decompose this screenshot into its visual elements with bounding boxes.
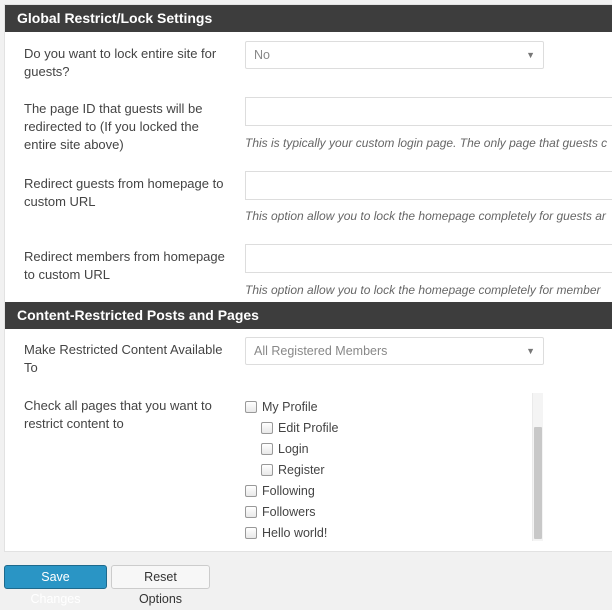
settings-panel: Global Restrict/Lock Settings Do you wan…	[4, 4, 612, 552]
member-home-redirect-label: Redirect members from homepage to custom…	[24, 249, 225, 282]
checklist-scrollbar[interactable]	[532, 393, 543, 541]
lock-site-select[interactable]: No ▼	[245, 41, 544, 69]
page-checkbox-login[interactable]: Login	[261, 440, 309, 458]
checkbox-icon[interactable]	[245, 485, 257, 497]
section-header-global: Global Restrict/Lock Settings	[5, 5, 612, 32]
checkbox-icon[interactable]	[245, 527, 257, 539]
page-checkbox-my-profile[interactable]: My Profile	[245, 398, 318, 416]
guest-page-id-input[interactable]	[245, 97, 612, 126]
guest-page-id-label: The page ID that guests will be redirect…	[24, 101, 203, 152]
pages-checklist: My Profile Edit Profile Login Register F…	[245, 393, 545, 541]
lock-site-label: Do you want to lock entire site for gues…	[24, 46, 217, 79]
checkbox-icon[interactable]	[261, 464, 273, 476]
section-header-content: Content-Restricted Posts and Pages	[5, 302, 612, 329]
checkbox-icon[interactable]	[245, 506, 257, 518]
page-label: My Profile	[262, 400, 318, 414]
chevron-down-icon: ▼	[526, 50, 535, 60]
restricted-to-select[interactable]: All Registered Members ▼	[245, 337, 544, 365]
checkbox-icon[interactable]	[261, 443, 273, 455]
member-home-redirect-description: This option allow you to lock the homepa…	[245, 283, 601, 297]
checkbox-icon[interactable]	[261, 422, 273, 434]
restricted-to-value: All Registered Members	[254, 344, 388, 358]
page-label: Edit Profile	[278, 421, 339, 435]
reset-options-button[interactable]: Reset Options	[111, 565, 210, 606]
restricted-to-label: Make Restricted Content Available To	[24, 342, 223, 375]
chevron-down-icon: ▼	[526, 346, 535, 356]
page-label: Register	[278, 463, 325, 477]
page-label: Login	[278, 442, 309, 456]
member-home-redirect-input[interactable]	[245, 244, 612, 273]
restrict-pages-label: Check all pages that you want to restric…	[24, 398, 212, 431]
guest-page-id-description: This is typically your custom login page…	[245, 136, 608, 150]
lock-site-value: No	[254, 48, 270, 62]
scrollbar-thumb[interactable]	[534, 427, 542, 539]
checkbox-icon[interactable]	[245, 401, 257, 413]
page-label: Hello world!	[262, 526, 328, 540]
guest-home-redirect-description: This option allow you to lock the homepa…	[245, 209, 606, 223]
guest-home-redirect-input[interactable]	[245, 171, 612, 200]
save-changes-button[interactable]: Save Changes	[4, 565, 107, 606]
page-checkbox-followers[interactable]: Followers	[245, 503, 316, 521]
page-label: Following	[262, 484, 315, 498]
page-label: Followers	[262, 505, 316, 519]
page-checkbox-edit-profile[interactable]: Edit Profile	[261, 419, 338, 437]
page-checkbox-register[interactable]: Register	[261, 461, 325, 479]
page-checkbox-hello-world[interactable]: Hello world!	[245, 524, 327, 542]
page-checkbox-following[interactable]: Following	[245, 482, 315, 500]
guest-home-redirect-label: Redirect guests from homepage to custom …	[24, 176, 224, 209]
